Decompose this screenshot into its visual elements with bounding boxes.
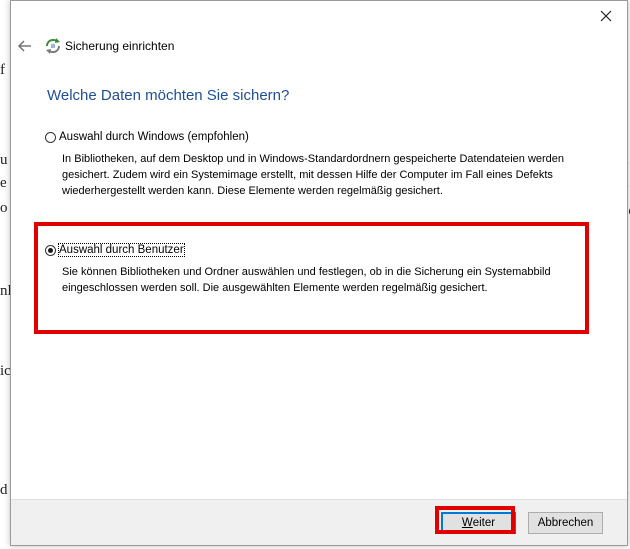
- window-title: Sicherung einrichten: [65, 39, 175, 53]
- backup-icon: [45, 38, 61, 54]
- backup-setup-dialog: Sicherung einrichten Welche Daten möchte…: [10, 0, 628, 546]
- back-arrow-icon: [18, 40, 31, 52]
- back-button[interactable]: [15, 36, 35, 56]
- cancel-button-label: Abbrechen: [537, 517, 594, 529]
- radio-button[interactable]: [45, 131, 56, 143]
- background-text-fragment: d: [0, 482, 8, 498]
- highlight-box-option: [34, 222, 589, 334]
- option-description: In Bibliotheken, auf dem Desktop und in …: [62, 153, 565, 197]
- cancel-button[interactable]: Abbrechen: [528, 512, 603, 534]
- background-text-fragment: o: [0, 200, 8, 216]
- background-text-fragment: u: [0, 152, 8, 168]
- close-icon: [600, 10, 612, 22]
- close-button[interactable]: [595, 5, 617, 27]
- highlight-box-next-button: [435, 506, 515, 534]
- background-text-fragment: f: [0, 62, 5, 78]
- page-heading: Welche Daten möchten Sie sichern?: [47, 87, 290, 104]
- radio-windows-choice[interactable]: Auswahl durch Windows (empfohlen): [45, 131, 585, 143]
- option-label: Auswahl durch Windows (empfohlen): [59, 131, 249, 143]
- dialog-footer: Weiter Abbrechen: [11, 499, 627, 545]
- option-windows-choice: Auswahl durch Windows (empfohlen) In Bib…: [45, 131, 585, 199]
- background-text-fragment: e: [0, 175, 7, 191]
